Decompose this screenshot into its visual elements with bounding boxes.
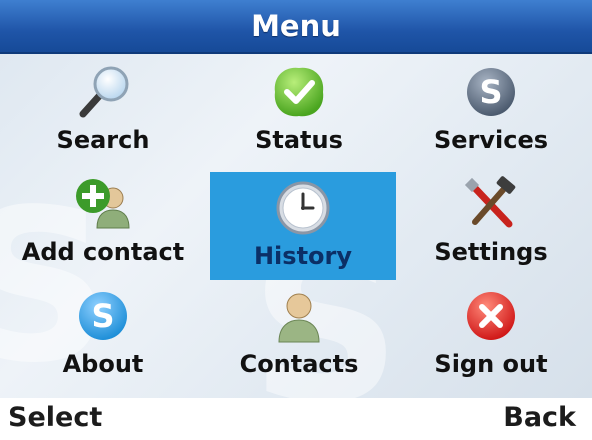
- select-softkey[interactable]: Select: [8, 402, 102, 433]
- menu-item-about[interactable]: S About: [10, 280, 196, 388]
- menu-item-label: About: [62, 350, 144, 378]
- skype-logo-icon: S: [79, 292, 127, 340]
- add-contact-icon: [76, 179, 130, 229]
- menu-item-label: Sign out: [434, 350, 548, 378]
- menu-item-services[interactable]: S Services: [398, 56, 584, 164]
- menu-item-label: Search: [56, 126, 150, 154]
- svg-text:S: S: [91, 297, 114, 335]
- svg-text:S: S: [479, 73, 502, 111]
- menu-item-add-contact[interactable]: Add contact: [10, 168, 196, 276]
- status-check-icon: [274, 67, 324, 117]
- title-bar: Menu: [0, 0, 592, 54]
- menu-item-status[interactable]: Status: [206, 56, 392, 164]
- menu-item-settings[interactable]: Settings: [398, 168, 584, 276]
- menu-grid: S S Search Status S Services Add contact…: [0, 54, 592, 398]
- sign-out-x-icon: [467, 292, 515, 340]
- back-softkey[interactable]: Back: [503, 402, 576, 433]
- skype-logo-icon: S: [467, 68, 515, 116]
- menu-item-label: Services: [433, 126, 549, 154]
- tools-icon: [464, 176, 516, 228]
- menu-item-contacts[interactable]: Contacts: [206, 280, 392, 388]
- menu-item-label: Contacts: [239, 350, 359, 378]
- softkey-bar: Select Back: [0, 398, 592, 440]
- menu-item-history[interactable]: History: [210, 172, 396, 280]
- clock-icon: [276, 181, 330, 235]
- menu-item-sign-out[interactable]: Sign out: [398, 280, 584, 388]
- menu-item-label: Add contact: [21, 238, 185, 266]
- phone-screen: Menu S S Search Status S Services Add co…: [0, 0, 592, 440]
- magnifier-icon: [79, 66, 129, 118]
- menu-item-label: History: [253, 242, 353, 270]
- menu-item-label: Status: [255, 126, 343, 154]
- page-title: Menu: [251, 9, 341, 43]
- person-icon: [278, 293, 320, 343]
- menu-item-label: Settings: [434, 238, 548, 266]
- menu-item-search[interactable]: Search: [10, 56, 196, 164]
